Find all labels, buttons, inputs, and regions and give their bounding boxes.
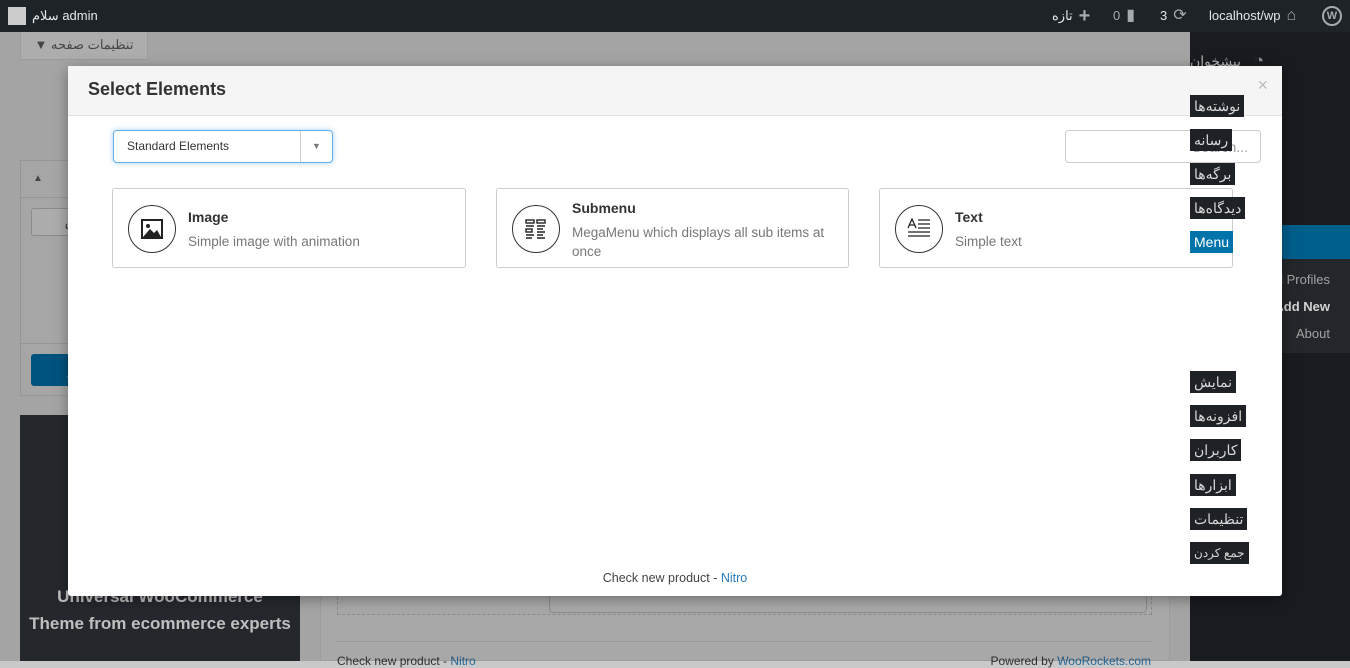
- element-card-image[interactable]: Image Simple image with animation: [112, 188, 466, 268]
- sidebar-label: افزونه‌ها: [1190, 405, 1247, 427]
- card-description: Simple text: [955, 234, 1022, 249]
- sidebar-label: دیدگاه‌ها: [1190, 197, 1246, 219]
- chevron-down-icon[interactable]: ▼: [300, 131, 332, 162]
- comments-button[interactable]: 0 ▮: [1113, 0, 1135, 32]
- updates-count: 3: [1160, 8, 1168, 23]
- greeting: سلام admin: [32, 8, 98, 23]
- site-name: localhost/wp: [1209, 8, 1281, 23]
- image-icon: [128, 205, 176, 253]
- element-card-submenu[interactable]: Submenu MegaMenu which displays all sub …: [496, 188, 849, 268]
- text-icon: [895, 205, 943, 253]
- modal-footer: Check new product - Nitro: [68, 571, 1282, 585]
- select-elements-modal: Select Elements × Standard Elements ▼ Im…: [68, 66, 1282, 596]
- modal-title: Select Elements: [88, 79, 227, 99]
- close-icon[interactable]: ×: [1257, 75, 1268, 96]
- sidebar-label: ابزارها: [1190, 474, 1236, 496]
- admin-bar: سلام admin تازه + 0 ▮ 3 ⟳ localhost/wp ⌂ W: [0, 0, 1350, 32]
- sidebar-label: نمایش: [1190, 371, 1237, 393]
- card-title: Image: [188, 209, 229, 225]
- modal-header: Select Elements ×: [68, 66, 1282, 116]
- site-link[interactable]: localhost/wp ⌂: [1209, 0, 1296, 32]
- card-description: Simple image with animation: [188, 234, 360, 249]
- refresh-icon: ⟳: [1173, 7, 1187, 24]
- home-icon: ⌂: [1286, 7, 1297, 24]
- sidebar-label: تنظیمات: [1190, 508, 1248, 530]
- card-title: Text: [955, 209, 983, 225]
- select-value: Standard Elements: [127, 139, 230, 153]
- updates-button[interactable]: 3 ⟳: [1160, 0, 1187, 32]
- wordpress-icon: W: [1322, 6, 1342, 26]
- element-card-text[interactable]: Text Simple text: [879, 188, 1233, 268]
- sidebar-label: جمع کردن: [1190, 542, 1249, 564]
- avatar: [8, 7, 26, 25]
- wordpress-logo[interactable]: W: [1322, 0, 1342, 32]
- new-content-button[interactable]: تازه +: [1052, 0, 1090, 32]
- sidebar-label: Menu: [1190, 231, 1234, 253]
- card-description: MegaMenu which displays all sub items at…: [572, 225, 825, 259]
- element-category-select[interactable]: Standard Elements ▼: [113, 130, 333, 163]
- comments-count: 0: [1113, 8, 1121, 23]
- new-label: تازه: [1052, 8, 1073, 23]
- sidebar-label: رسانه: [1190, 129, 1233, 151]
- account-menu[interactable]: سلام admin: [8, 0, 98, 32]
- sidebar-label: برگه‌ها: [1190, 163, 1236, 185]
- sidebar-label: نوشته‌ها: [1190, 95, 1245, 117]
- comment-icon: ▮: [1126, 7, 1136, 24]
- footer-text: Check new product -: [602, 571, 721, 585]
- submenu-icon: [512, 205, 560, 253]
- plus-icon: +: [1078, 5, 1091, 27]
- sidebar-label: کاربران: [1190, 439, 1242, 461]
- nitro-link[interactable]: Nitro: [721, 571, 747, 585]
- card-title: Submenu: [572, 200, 636, 216]
